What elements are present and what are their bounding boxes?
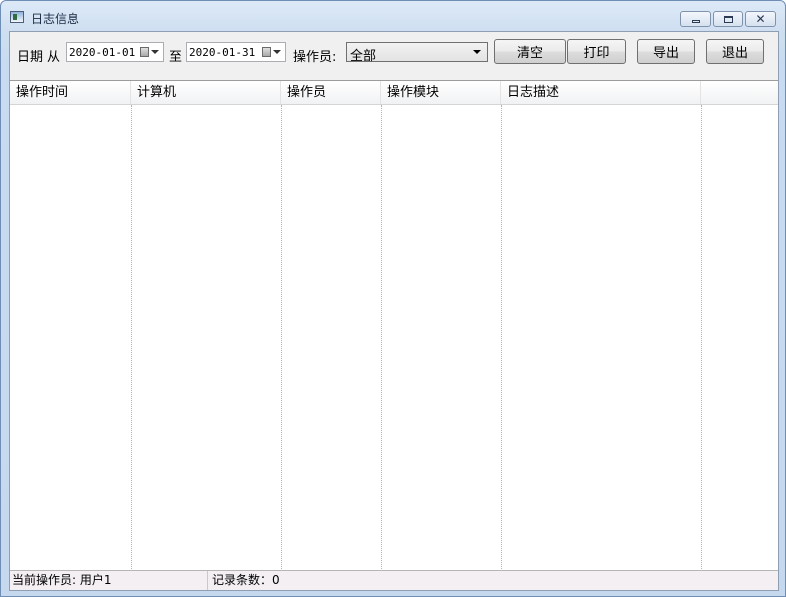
minimize-icon [691, 19, 700, 23]
export-button[interactable]: 导出 [637, 39, 695, 64]
column-divider [501, 105, 502, 571]
table-header: 操作时间 计算机 操作员 操作模块 日志描述 [10, 81, 778, 105]
current-operator-status: 当前操作员: 用户1 [10, 571, 208, 590]
column-header-module[interactable]: 操作模块 [381, 81, 501, 104]
status-bar: 当前操作员: 用户1 记录条数：0 [10, 570, 778, 590]
log-table[interactable]: 操作时间 计算机 操作员 操作模块 日志描述 [10, 80, 778, 571]
from-label: 从 [47, 50, 61, 65]
to-label: 至 [169, 50, 183, 65]
column-header-filler [701, 81, 778, 104]
column-divider [131, 105, 132, 571]
to-date-picker[interactable]: 2020-01-31 [186, 42, 286, 62]
close-button[interactable]: ✕ [745, 11, 776, 27]
exit-button[interactable]: 退出 [706, 39, 764, 64]
operator-select-value: 全部 [350, 49, 377, 64]
operator-label: 操作员: [293, 50, 337, 65]
operator-select[interactable]: 全部 [346, 42, 488, 64]
chevron-down-icon[interactable] [151, 50, 159, 54]
record-count-status: 记录条数：0 [210, 571, 778, 590]
column-header-time[interactable]: 操作时间 [10, 81, 131, 104]
date-label: 日期 [17, 50, 44, 65]
clear-button[interactable]: 清空 [494, 39, 566, 64]
calendar-icon[interactable] [140, 47, 149, 57]
to-date-value: 2020-01-31 [189, 46, 256, 59]
minimize-button[interactable] [680, 11, 711, 27]
chevron-down-icon[interactable] [473, 50, 481, 54]
column-divider [381, 105, 382, 571]
maximize-button[interactable] [713, 11, 743, 27]
column-divider [281, 105, 282, 571]
chevron-down-icon[interactable] [273, 50, 281, 54]
calendar-icon[interactable] [262, 47, 271, 57]
print-button[interactable]: 打印 [567, 39, 626, 64]
filter-toolbar: 日期 从 2020-01-01 至 2020-01-31 操作员: 全部 清空 … [10, 32, 778, 80]
column-header-operator[interactable]: 操作员 [281, 81, 381, 104]
log-info-window: 日志信息 ✕ 日期 从 2020-01-01 至 2020-01-31 操作员:… [0, 0, 786, 597]
close-icon: ✕ [755, 12, 766, 26]
window-app-icon [10, 11, 24, 23]
column-header-description[interactable]: 日志描述 [501, 81, 701, 104]
column-header-computer[interactable]: 计算机 [131, 81, 281, 104]
from-date-value: 2020-01-01 [69, 46, 136, 59]
client-area: 日期 从 2020-01-01 至 2020-01-31 操作员: 全部 清空 … [9, 31, 779, 591]
title-bar[interactable]: 日志信息 ✕ [1, 1, 785, 31]
window-title: 日志信息 [31, 12, 80, 26]
from-date-picker[interactable]: 2020-01-01 [66, 42, 164, 62]
maximize-icon [723, 15, 733, 23]
column-divider [701, 105, 702, 571]
